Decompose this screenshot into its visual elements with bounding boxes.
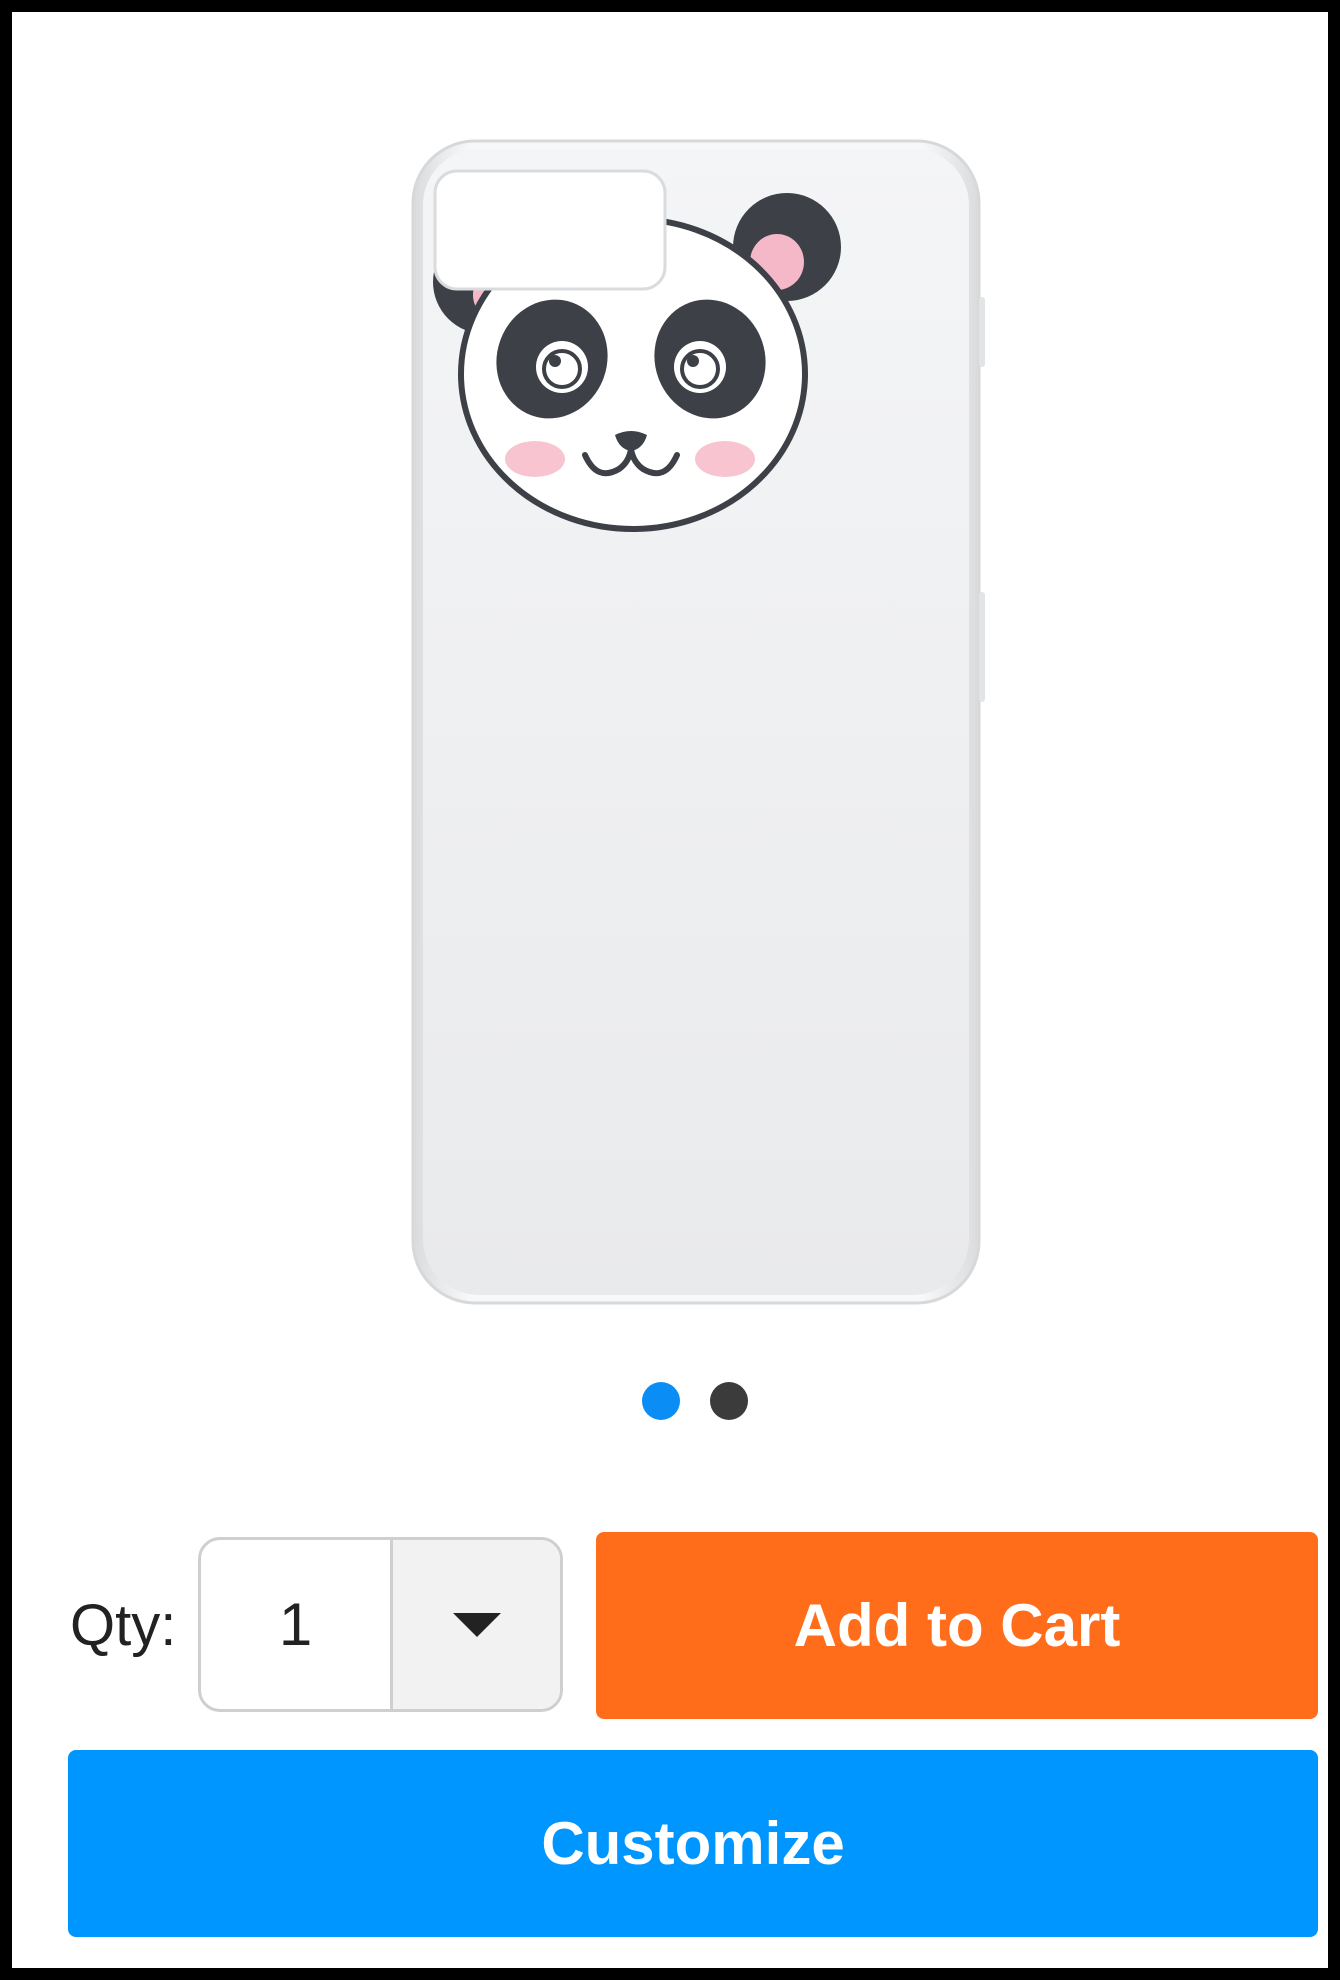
add-to-cart-button[interactable]: Add to Cart [596,1532,1318,1719]
quantity-value[interactable]: 1 [201,1540,393,1709]
quantity-select[interactable]: 1 [198,1537,563,1712]
qty-label: Qty: [70,1593,177,1658]
product-image[interactable] [407,137,987,1307]
product-page: Qty: 1 Add to Cart Customize [0,0,1340,1980]
quantity-dropdown-toggle[interactable] [393,1540,560,1709]
chevron-down-icon [452,1612,501,1637]
carousel-dots [642,1382,748,1420]
customize-button[interactable]: Customize [68,1750,1318,1937]
carousel-dot-1[interactable] [642,1382,680,1420]
carousel-dot-2[interactable] [710,1382,748,1420]
